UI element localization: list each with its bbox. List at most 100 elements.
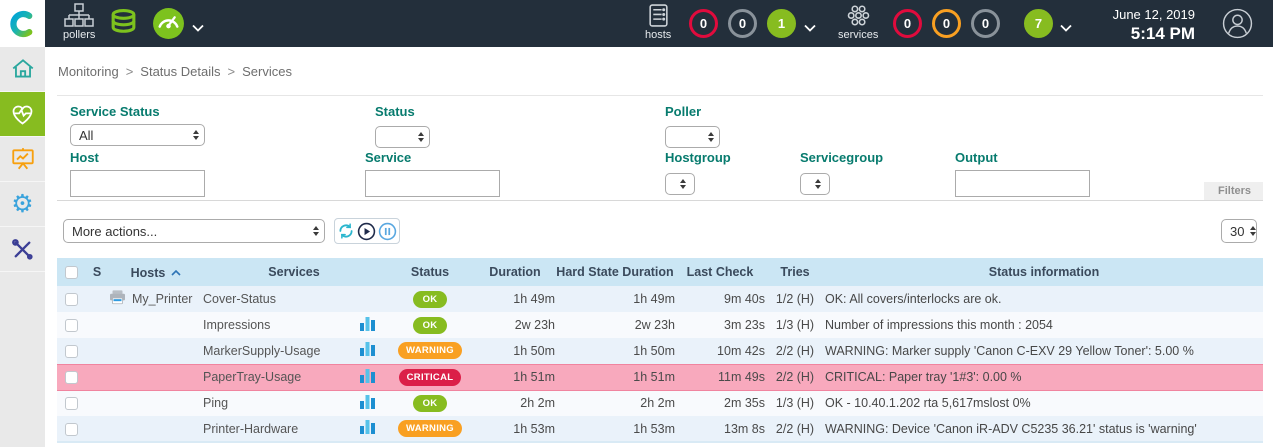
sidebar-item-monitoring[interactable] — [0, 92, 45, 137]
poller-select[interactable] — [665, 126, 720, 148]
hard-state-cell: 2h 2m — [555, 390, 675, 416]
hosts-down-counter[interactable]: 0 — [689, 9, 718, 38]
table-row-critical[interactable]: PaperTray-Usage CRITICAL 1h 51m 1h 51m 1… — [57, 364, 1263, 390]
services-menu[interactable]: services — [838, 3, 878, 41]
service-name[interactable]: MarkerSupply-Usage — [203, 338, 349, 364]
hostgroup-select[interactable] — [665, 173, 695, 195]
graph-icon[interactable] — [360, 320, 375, 334]
table-row[interactable]: Ping OK 2h 2m 2h 2m 2m 35s 1/3 (H) OK - … — [57, 390, 1263, 416]
filters-toggle[interactable]: Filters — [1204, 182, 1263, 200]
heart-pulse-icon — [9, 101, 36, 128]
col-header-status[interactable]: Status — [385, 258, 475, 286]
sidebar-item-home[interactable] — [0, 47, 45, 92]
services-unknown-counter[interactable]: 0 — [971, 9, 1000, 38]
hosts-unreachable-counter[interactable]: 0 — [728, 9, 757, 38]
col-header-duration[interactable]: Duration — [475, 258, 555, 286]
service-label: Service — [365, 150, 500, 165]
more-actions-select[interactable]: More actions... — [63, 219, 325, 243]
breadcrumb-status-details[interactable]: Status Details — [140, 64, 220, 79]
database-status-icon[interactable] — [108, 8, 139, 44]
host-cell — [109, 312, 203, 338]
sidebar: ⚙ — [0, 47, 45, 447]
poller-chevron-down-icon[interactable] — [192, 19, 204, 37]
centreon-logo[interactable] — [0, 0, 45, 47]
sidebar-item-configuration[interactable]: ⚙ — [0, 182, 45, 227]
user-avatar[interactable] — [1222, 8, 1253, 44]
row-checkbox[interactable] — [65, 293, 78, 306]
services-chevron-down-icon[interactable] — [1060, 19, 1072, 37]
current-time: 5:14 PM — [1113, 24, 1195, 44]
service-name[interactable]: Cover-Status — [203, 286, 349, 312]
status-information-cell: OK: All covers/interlocks are ok. — [825, 286, 1263, 312]
row-checkbox[interactable] — [65, 345, 78, 358]
pause-refresh-button[interactable] — [378, 222, 397, 241]
service-status-label: Service Status — [70, 104, 205, 119]
col-header-services[interactable]: Services — [203, 258, 385, 286]
col-header-last-check[interactable]: Last Check — [675, 258, 765, 286]
select-stepper-icon — [708, 132, 714, 142]
service-name[interactable]: Printer-Hardware — [203, 416, 349, 442]
page-size-select[interactable]: 30 — [1221, 219, 1257, 243]
col-header-s: S — [85, 258, 109, 286]
service-name[interactable]: PaperTray-Usage — [203, 364, 349, 390]
row-checkbox[interactable] — [65, 371, 78, 384]
breadcrumb-monitoring[interactable]: Monitoring — [58, 64, 119, 79]
duration-cell: 2h 2m — [475, 390, 555, 416]
duration-cell: 1h 51m — [475, 364, 555, 390]
severity-cell — [85, 390, 109, 416]
tries-cell: 1/3 (H) — [765, 390, 825, 416]
services-ok-counter[interactable]: 7 — [1024, 9, 1053, 38]
table-row[interactable]: Impressions OK 2w 23h 2w 23h 3m 23s 1/3 … — [57, 312, 1263, 338]
service-status-select[interactable]: All — [70, 124, 205, 146]
host-cell — [109, 364, 203, 390]
select-all-checkbox[interactable] — [65, 266, 78, 279]
host-name[interactable]: My_Printer — [132, 292, 192, 306]
output-input[interactable] — [955, 170, 1090, 197]
host-input[interactable] — [70, 170, 205, 197]
table-row[interactable]: Printer-Hardware WARNING 1h 53m 1h 53m 1… — [57, 416, 1263, 442]
hosts-menu[interactable]: hosts — [645, 3, 671, 41]
services-table: S Hosts Services Status Duration Hard St… — [57, 258, 1263, 443]
tries-cell: 2/2 (H) — [765, 338, 825, 364]
table-row[interactable]: MarkerSupply-Usage WARNING 1h 50m 1h 50m… — [57, 338, 1263, 364]
table-row[interactable]: My_Printer Cover-Status OK 1h 49m 1h 49m… — [57, 286, 1263, 312]
service-input[interactable] — [365, 170, 500, 197]
status-information-cell: WARNING: Marker supply 'Canon C-EXV 29 Y… — [825, 338, 1263, 364]
row-checkbox[interactable] — [65, 397, 78, 410]
breadcrumb-services[interactable]: Services — [242, 64, 292, 79]
top-bar: pollers — [0, 0, 1273, 47]
service-name[interactable]: Ping — [203, 390, 349, 416]
status-select[interactable] — [375, 126, 430, 148]
chart-cell — [349, 286, 385, 312]
col-header-hosts[interactable]: Hosts — [109, 258, 203, 286]
sidebar-item-administration[interactable] — [0, 227, 45, 272]
sidebar-item-reporting[interactable] — [0, 137, 45, 182]
graph-icon[interactable] — [360, 398, 375, 412]
col-header-hard-state[interactable]: Hard State Duration — [555, 258, 675, 286]
services-critical-counter[interactable]: 0 — [893, 9, 922, 38]
servicegroup-select[interactable] — [800, 173, 830, 195]
table-header-row: S Hosts Services Status Duration Hard St… — [57, 258, 1263, 286]
last-check-cell: 2m 35s — [675, 390, 765, 416]
pollers-label: pollers — [63, 30, 95, 41]
col-header-tries[interactable]: Tries — [765, 258, 825, 286]
pollers-menu[interactable]: pollers — [63, 3, 95, 41]
duration-cell: 1h 53m — [475, 416, 555, 442]
status-information-cell: Number of impressions this month : 2054 — [825, 312, 1263, 338]
row-checkbox[interactable] — [65, 319, 78, 332]
graph-icon[interactable] — [360, 345, 375, 359]
col-header-status-information[interactable]: Status information — [825, 258, 1263, 286]
graph-icon[interactable] — [360, 372, 375, 386]
service-name[interactable]: Impressions — [203, 312, 349, 338]
row-checkbox[interactable] — [65, 423, 78, 436]
tries-cell: 2/2 (H) — [765, 416, 825, 442]
refresh-button[interactable] — [337, 222, 355, 240]
hosts-up-counter[interactable]: 1 — [767, 9, 796, 38]
gauge-status-icon[interactable] — [152, 7, 185, 45]
graph-icon[interactable] — [360, 423, 375, 437]
play-refresh-button[interactable] — [357, 222, 376, 241]
hosts-chevron-down-icon[interactable] — [804, 19, 816, 37]
services-warning-counter[interactable]: 0 — [932, 9, 961, 38]
gear-icon: ⚙ — [11, 192, 33, 217]
status-badge: WARNING — [398, 420, 462, 437]
